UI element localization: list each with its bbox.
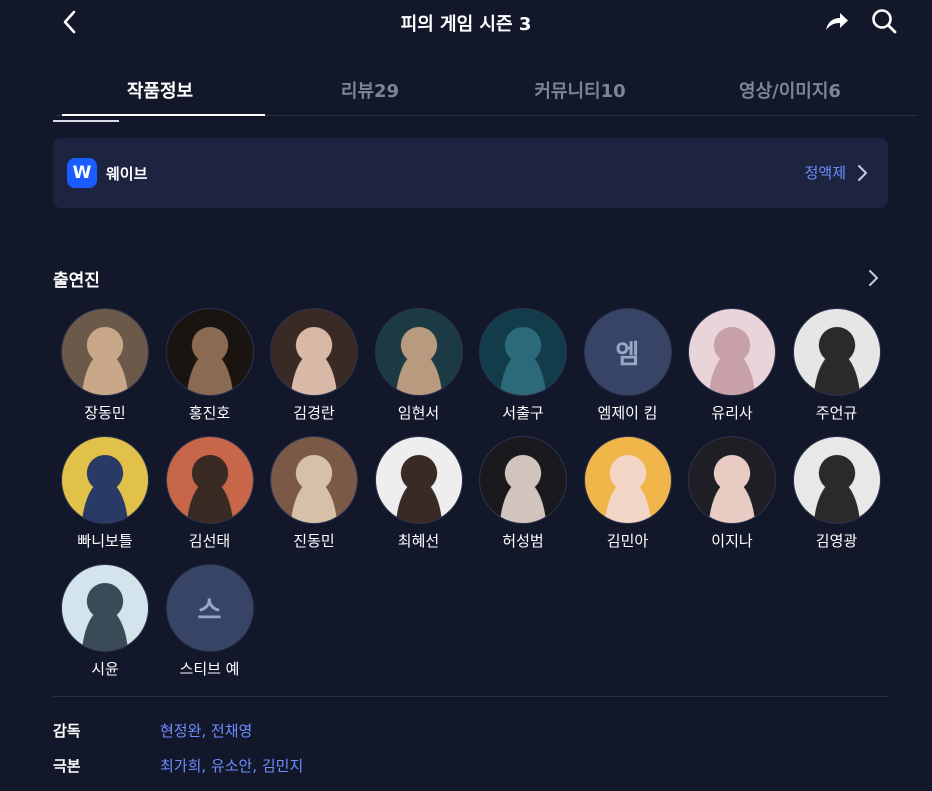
cast-name: 김선태 (188, 532, 231, 550)
cast-name: 주언규 (815, 404, 858, 422)
avatar (165, 308, 254, 396)
cast-name: 허성범 (502, 532, 544, 550)
cast-name: 장동민 (84, 404, 126, 422)
cast-section-title: 출연진 (53, 271, 100, 291)
credit-value-link[interactable]: 최가희, 유소안, 김민지 (160, 757, 303, 775)
credit-label: 감독 (53, 722, 81, 740)
avatar-placeholder: 스 (165, 564, 254, 652)
credit-row-director: 감독 현정완, 전채영 (53, 720, 252, 741)
platform-card[interactable]: W 웨이브 정액제 (53, 138, 888, 208)
avatar (165, 436, 254, 524)
platform-name: 웨이브 (106, 165, 148, 183)
tab-bar: 작품정보 리뷰29 커뮤니티10 영상/이미지6 (55, 64, 917, 116)
cast-name: 김민아 (606, 532, 649, 550)
cast-member[interactable]: 김영광 (785, 435, 889, 553)
cast-name: 시윤 (91, 660, 119, 678)
credit-label: 극본 (53, 757, 81, 775)
avatar (479, 436, 567, 524)
avatar (270, 436, 358, 524)
avatar (270, 308, 358, 396)
chevron-right-icon (858, 165, 867, 181)
platform-plan: 정액제 (804, 164, 846, 182)
avatar (688, 308, 776, 396)
cast-name: 엠제이 킴 (597, 404, 658, 422)
cast-member[interactable]: 김경란 (262, 307, 366, 425)
cast-name: 진동민 (293, 532, 335, 550)
cast-member[interactable]: 빠니보틀 (53, 435, 157, 553)
credit-value-link[interactable]: 현정완, 전채영 (160, 722, 252, 740)
cast-name: 홍진호 (188, 404, 231, 422)
avatar (479, 308, 567, 396)
avatar (792, 308, 881, 396)
divider (53, 696, 888, 697)
share-button[interactable] (822, 8, 850, 36)
cast-name: 빠니보틀 (77, 532, 133, 550)
cast-member[interactable]: 유리사 (680, 307, 784, 425)
cast-name: 김경란 (293, 404, 335, 422)
cast-member[interactable]: 엠엠제이 킴 (576, 307, 680, 425)
avatar (374, 308, 463, 396)
cast-member[interactable]: 주언규 (785, 307, 889, 425)
credit-row-writer: 극본 최가희, 유소안, 김민지 (53, 755, 303, 776)
cast-member[interactable]: 임현서 (367, 307, 471, 425)
tab-reviews[interactable]: 리뷰29 (265, 64, 475, 115)
tab-sub-indicator (53, 120, 119, 122)
cast-member[interactable]: 최혜선 (367, 435, 471, 553)
wavve-logo-icon: W (67, 158, 97, 188)
tab-media[interactable]: 영상/이미지6 (685, 64, 895, 115)
page-title: 피의 게임 시즌 3 (400, 14, 532, 35)
cast-name: 최혜선 (397, 532, 440, 550)
cast-name: 임현서 (397, 404, 440, 422)
cast-name: 유리사 (711, 404, 753, 422)
cast-member[interactable]: 김선태 (158, 435, 262, 553)
cast-more-chevron-icon[interactable] (866, 267, 882, 289)
cast-member[interactable]: 김민아 (576, 435, 680, 553)
tab-info[interactable]: 작품정보 (55, 64, 265, 116)
cast-member[interactable]: 서출구 (471, 307, 575, 425)
avatar (688, 436, 776, 524)
cast-name: 김영광 (815, 532, 858, 550)
cast-member[interactable]: 허성범 (471, 435, 575, 553)
cast-name: 스티브 예 (179, 660, 240, 678)
avatar (61, 564, 149, 652)
avatar (61, 308, 149, 396)
avatar (583, 436, 672, 524)
cast-member[interactable]: 진동민 (262, 435, 366, 553)
avatar (61, 436, 149, 524)
tab-community[interactable]: 커뮤니티10 (475, 64, 685, 115)
cast-name: 이지나 (711, 532, 753, 550)
cast-member[interactable]: 스스티브 예 (158, 563, 262, 681)
cast-name: 서출구 (502, 404, 544, 422)
avatar (374, 436, 463, 524)
search-icon (872, 9, 897, 34)
cast-member[interactable]: 이지나 (680, 435, 784, 553)
cast-member[interactable]: 시윤 (53, 563, 157, 681)
share-icon (826, 13, 848, 30)
cast-member[interactable]: 홍진호 (158, 307, 262, 425)
cast-member[interactable]: 장동민 (53, 307, 157, 425)
avatar-placeholder: 엠 (583, 308, 672, 396)
top-bar: 피의 게임 시즌 3 (0, 0, 932, 46)
search-button[interactable] (870, 7, 898, 35)
avatar (792, 436, 881, 524)
